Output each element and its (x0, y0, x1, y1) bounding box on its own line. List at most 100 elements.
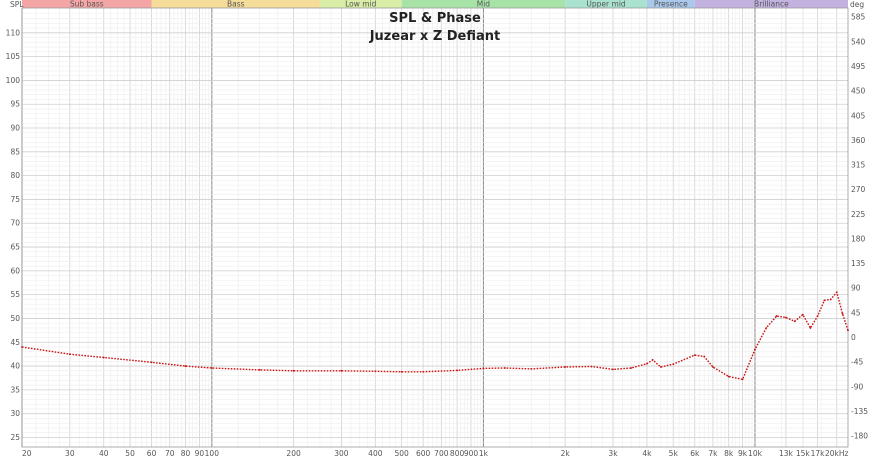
y-right-tick-label-4: 0 (851, 333, 856, 342)
series-point-0-10 (400, 370, 403, 373)
series-point-0-23 (672, 363, 675, 366)
x-tick-label-14: 700 (434, 449, 449, 458)
series-point-0-38 (829, 298, 832, 301)
y-right-tick-label-1: -135 (851, 407, 868, 416)
x-tick-label-8: 100 (205, 449, 220, 458)
y-right-tick-label-6: 90 (851, 284, 861, 293)
y-right-tick-label-2: -90 (851, 382, 863, 391)
x-tick-label-30: 20kHz (825, 449, 849, 458)
series-point-0-20 (646, 362, 648, 365)
y-left-tick-label-10: 75 (10, 195, 20, 204)
y-right-tick-label-14: 450 (851, 87, 866, 96)
series-point-0-6 (258, 368, 261, 371)
series-point-0-7 (292, 369, 295, 372)
series-point-0-2 (102, 356, 105, 359)
x-tick-label-27: 13k (779, 449, 794, 458)
series-point-0-12 (456, 369, 458, 372)
series-point-0-25 (703, 355, 706, 358)
series-point-0-26 (712, 366, 714, 368)
x-tick-label-26: 10k (748, 449, 763, 458)
y-left-axis-label: SPL (10, 0, 24, 9)
x-tick-label-29: 17k (811, 449, 826, 458)
y-right-tick-label-16: 540 (851, 37, 866, 46)
x-tick-label-10: 300 (334, 449, 349, 458)
series-point-0-28 (741, 378, 744, 381)
y-left-tick-label-14: 95 (10, 100, 20, 109)
series-point-0-3 (150, 361, 153, 364)
plot-background (0, 0, 877, 461)
x-tick-label-25: 9k (738, 449, 748, 458)
x-tick-labels: 20 30 40 50 60 70 80 90 100 200 300 400 500 600 700 800… (22, 449, 849, 458)
series-point-0-5 (210, 367, 213, 369)
chart-subtitle: Juzear x Z Defiant (369, 29, 501, 44)
series-point-0-27 (727, 375, 730, 378)
x-tick-label-22: 6k (690, 449, 700, 458)
y-left-tick-label-2: 35 (10, 385, 20, 394)
y-right-tick-label-7: 135 (851, 259, 866, 268)
series-point-0-41 (847, 329, 849, 332)
y-right-tick-label-0: -180 (851, 432, 868, 441)
series-point-0-37 (823, 299, 826, 302)
series-point-0-17 (590, 365, 593, 368)
series-point-0-0 (21, 346, 23, 348)
y-left-tick-label-8: 65 (10, 243, 20, 252)
series-point-0-18 (612, 368, 614, 371)
y-left-tick-label-3: 40 (10, 362, 20, 371)
x-tick-label-19: 3k (608, 449, 618, 458)
x-tick-label-12: 500 (394, 449, 409, 458)
x-tick-label-9: 200 (286, 449, 301, 458)
frequency-bands: Sub bass Bass Low mid Mid Upper mid Presence B… (22, 0, 848, 9)
band-label-3: Mid (477, 0, 491, 9)
x-tick-label-4: 60 (147, 449, 157, 458)
series-point-0-15 (530, 368, 533, 370)
y-left-tick-label-5: 50 (10, 314, 20, 323)
series-point-0-16 (564, 366, 567, 368)
x-tick-label-2: 40 (99, 449, 109, 458)
band-label-1: Bass (227, 0, 245, 9)
series-point-0-39 (835, 291, 838, 294)
series-point-0-21 (651, 358, 654, 361)
x-tick-label-3: 50 (125, 449, 135, 458)
y-left-tick-label-1: 30 (10, 409, 20, 418)
y-right-tick-label-8: 180 (851, 234, 866, 243)
y-left-tick-label-9: 70 (10, 219, 20, 228)
series-point-0-4 (184, 365, 187, 367)
x-tick-label-20: 4k (642, 449, 652, 458)
series-point-0-35 (809, 327, 812, 329)
series-point-0-40 (841, 312, 844, 315)
y-right-tick-label-13: 405 (851, 111, 866, 120)
band-label-5: Presence (654, 0, 688, 9)
x-tick-label-7: 90 (195, 449, 205, 458)
y-right-tick-label-3: -45 (851, 358, 863, 367)
x-tick-label-23: 7k (708, 449, 718, 458)
series-point-0-9 (374, 370, 377, 373)
y-right-tick-label-17: 585 (851, 13, 866, 22)
x-tick-label-15: 800 (450, 449, 465, 458)
y-left-tick-label-16: 105 (6, 52, 21, 61)
y-left-tick-label-4: 45 (10, 338, 20, 347)
series-point-0-34 (801, 313, 804, 316)
x-tick-label-13: 600 (416, 449, 431, 458)
y-left-tick-label-17: 110 (6, 28, 21, 37)
band-label-0: Sub bass (70, 0, 104, 9)
y-left-tick-label-15: 100 (6, 76, 21, 85)
band-label-6: Brilliance (754, 0, 789, 9)
x-tick-label-0: 20 (22, 449, 32, 458)
y-left-tick-label-6: 55 (10, 290, 20, 299)
x-tick-label-16: 900 (464, 449, 479, 458)
x-tick-label-1: 30 (65, 449, 75, 458)
series-point-0-8 (340, 369, 343, 372)
y-right-tick-label-10: 270 (851, 185, 866, 194)
series-point-0-33 (793, 320, 796, 323)
y-right-tick-label-5: 45 (851, 308, 861, 317)
y-right-tick-label-11: 315 (851, 161, 866, 170)
series-point-0-1 (68, 353, 71, 356)
y-right-axis-label: deg (850, 0, 864, 9)
y-right-tick-label-9: 225 (851, 210, 866, 219)
series-point-0-14 (504, 367, 506, 369)
series-point-0-29 (754, 348, 756, 351)
y-left-tick-label-11: 80 (10, 171, 20, 180)
series-point-0-19 (630, 367, 633, 369)
series-point-0-24 (693, 354, 696, 357)
y-right-tick-label-12: 360 (851, 136, 866, 145)
